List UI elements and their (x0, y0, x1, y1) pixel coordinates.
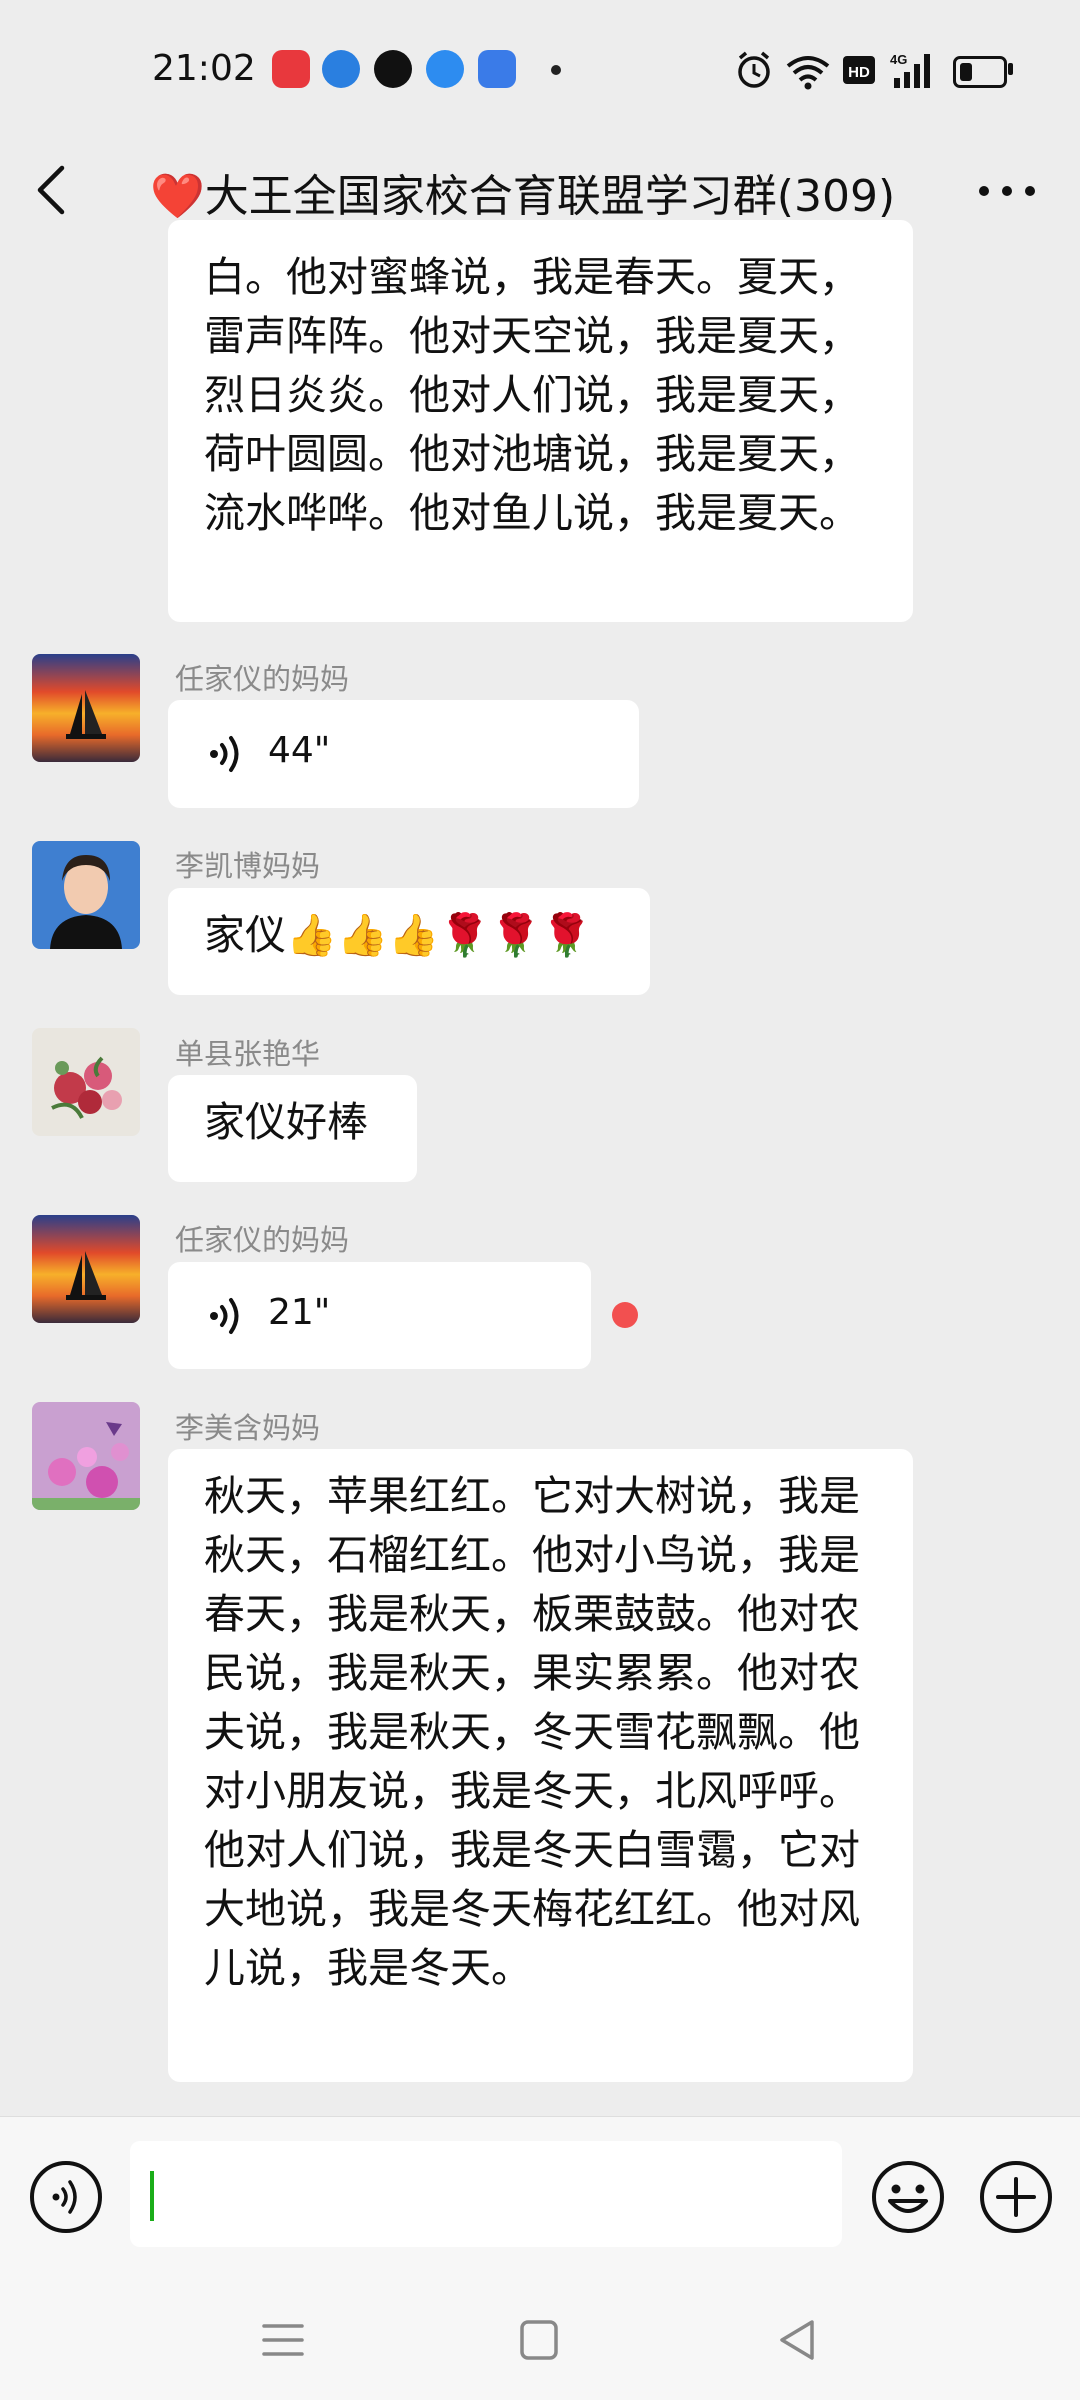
more-icon[interactable] (972, 166, 1042, 216)
app-notification-icon (272, 50, 310, 88)
avatar[interactable] (32, 1215, 140, 1323)
avatar[interactable] (32, 654, 140, 762)
message-bubble[interactable]: 家仪👍👍👍🌹🌹🌹 (168, 888, 650, 995)
heart-emoji: ❤️ (150, 171, 205, 222)
avatar[interactable] (32, 841, 140, 949)
emoji-icon[interactable] (870, 2159, 946, 2235)
voice-wave-icon (210, 736, 239, 772)
message-bubble[interactable]: 家仪好棒 (168, 1075, 417, 1182)
page-title: ❤️大王全国家校合育联盟学习群(309) (150, 160, 895, 224)
app-notification-icon (322, 50, 360, 88)
text-caret (150, 2171, 154, 2221)
cellular-signal-icon: 4G (890, 52, 930, 88)
message-bubble[interactable]: 白。他对蜜蜂说，我是春天。夏天，雷声阵阵。他对天空说，我是夏天，烈日炎炎。他对人… (168, 220, 913, 622)
sender-name: 李美含妈妈 (175, 1411, 321, 1445)
add-icon[interactable] (978, 2159, 1054, 2235)
voice-wave-icon (210, 1298, 239, 1334)
status-time: 21:02 (152, 48, 256, 89)
menu-icon[interactable] (258, 2316, 308, 2364)
voice-input-icon[interactable] (28, 2159, 104, 2235)
status-bar: 21:02 HD 4G (0, 0, 1080, 140)
battery-icon (953, 56, 1007, 88)
more-notifications-dot (551, 65, 561, 75)
app-notification-icon (478, 50, 516, 88)
app-notification-icon (374, 50, 412, 88)
message-bubble[interactable]: 秋天，苹果红红。它对大树说，我是秋天，石榴红红。他对小鸟说，我是春天，我是秋天，… (168, 1449, 913, 2082)
back-nav-icon[interactable] (772, 2316, 822, 2364)
system-nav-bar (0, 2278, 1080, 2400)
voice-duration: 21" (268, 1292, 331, 1333)
back-icon[interactable] (30, 152, 110, 228)
wifi-icon (786, 56, 830, 90)
app-notification-icon (426, 50, 464, 88)
group-name: 大王全国家校合育联盟学习群(309) (204, 171, 896, 222)
svg-text:4G: 4G (890, 52, 907, 67)
voice-duration: 44" (268, 730, 331, 771)
sender-name: 任家仪的妈妈 (175, 662, 350, 696)
avatar[interactable] (32, 1402, 140, 1510)
message-input[interactable] (130, 2141, 842, 2247)
home-icon[interactable] (514, 2316, 564, 2364)
unread-dot (612, 1302, 638, 1328)
sender-name: 李凯博妈妈 (175, 849, 321, 883)
voice-message[interactable]: 44" (168, 700, 639, 808)
voice-message[interactable]: 21" (168, 1262, 591, 1369)
hd-icon: HD (843, 56, 875, 84)
input-bar (0, 2116, 1080, 2279)
alarm-icon (738, 51, 770, 88)
svg-text:HD: HD (848, 64, 870, 81)
avatar[interactable] (32, 1028, 140, 1136)
sender-name: 单县张艳华 (175, 1037, 321, 1071)
sender-name: 任家仪的妈妈 (175, 1223, 350, 1257)
